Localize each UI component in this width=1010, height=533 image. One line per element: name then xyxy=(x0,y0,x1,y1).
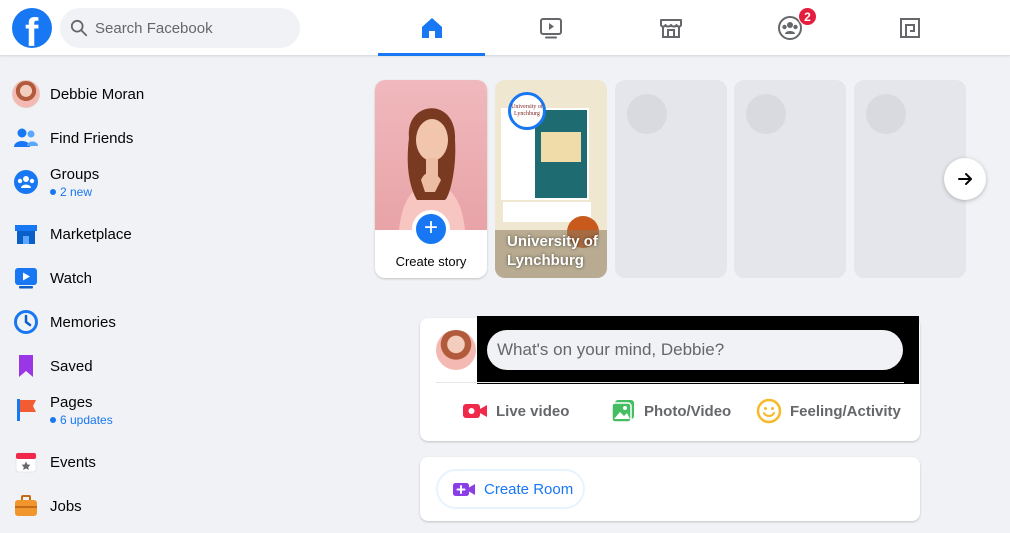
story-placeholder xyxy=(615,80,727,278)
placeholder-avatar xyxy=(627,94,667,134)
create-room-label: Create Room xyxy=(484,480,574,498)
profile-avatar xyxy=(12,80,40,108)
sidebar-item-events[interactable]: Events xyxy=(8,440,308,484)
memories-icon xyxy=(14,310,38,334)
photo-video-label: Photo/Video xyxy=(644,402,732,420)
story-author-name: University of Lynchburg xyxy=(507,233,598,269)
pages-flag-icon xyxy=(17,399,36,421)
sidebar-item-groups[interactable]: Groups 2 new xyxy=(8,160,308,204)
sidebar-item-label: Events xyxy=(50,453,96,471)
search-icon xyxy=(70,19,88,37)
sidebar-item-profile[interactable]: Debbie Moran xyxy=(8,72,308,116)
tab-home[interactable] xyxy=(378,0,485,56)
groups-notification-badge: 2 xyxy=(798,7,817,26)
sidebar-item-label: Saved xyxy=(50,357,93,375)
stories-next-button[interactable] xyxy=(944,158,986,200)
sidebar-item-sublabel: 6 updates xyxy=(50,413,113,427)
friends-icon xyxy=(14,128,38,147)
tab-marketplace[interactable] xyxy=(617,0,724,56)
sidebar-item-memories[interactable]: Memories xyxy=(8,300,308,344)
watch-icon xyxy=(15,268,37,289)
placeholder-avatar xyxy=(746,94,786,134)
sidebar-item-label: Jobs xyxy=(50,497,82,515)
photo-video-button[interactable]: Photo/Video xyxy=(610,396,731,426)
avatar[interactable] xyxy=(436,330,476,370)
briefcase-icon xyxy=(15,495,37,516)
placeholder-avatar xyxy=(866,94,906,134)
sidebar-item-find-friends[interactable]: Find Friends xyxy=(8,116,308,160)
tab-gaming[interactable] xyxy=(856,0,963,56)
tab-groups[interactable]: 2 xyxy=(736,0,843,56)
whats-on-your-mind-input[interactable]: What's on your mind, Debbie? xyxy=(487,330,903,370)
facebook-logo-letter: f xyxy=(25,11,39,48)
post-composer: What's on your mind, Debbie? Live video … xyxy=(420,316,920,441)
divider xyxy=(436,382,904,383)
sidebar-item-label: Marketplace xyxy=(50,225,132,243)
watch-icon xyxy=(539,18,562,39)
sidebar-item-label: Find Friends xyxy=(50,129,134,147)
live-video-icon xyxy=(463,404,487,418)
feeling-activity-button[interactable]: Feeling/Activity xyxy=(756,396,901,426)
composer-placeholder: What's on your mind, Debbie? xyxy=(497,340,725,359)
groups-icon xyxy=(14,170,38,194)
create-story-label: Create story xyxy=(395,254,467,269)
marketplace-icon xyxy=(659,19,682,38)
university-logo: University of Lynchburg xyxy=(508,92,546,130)
sidebar-item-watch[interactable]: Watch xyxy=(8,256,308,300)
sidebar-item-label: Groups xyxy=(50,165,100,183)
add-story-plus-icon[interactable]: + xyxy=(412,210,450,248)
live-video-button[interactable]: Live video xyxy=(462,396,569,426)
video-camera-plus-icon xyxy=(453,483,475,496)
arrow-right-icon xyxy=(958,173,972,185)
search-box[interactable] xyxy=(60,8,300,48)
calendar-icon xyxy=(15,452,37,473)
composer-input-highlight: What's on your mind, Debbie? xyxy=(477,316,919,384)
sidebar-item-label: Pages xyxy=(50,393,93,411)
sidebar-item-saved[interactable]: Saved xyxy=(8,344,308,388)
bookmark-icon xyxy=(19,355,33,377)
profile-photo xyxy=(375,80,487,230)
facebook-logo[interactable]: f xyxy=(12,8,52,48)
marketplace-icon xyxy=(15,225,37,244)
search-input[interactable] xyxy=(95,19,285,37)
create-story-card[interactable]: + Create story xyxy=(375,80,487,278)
story-placeholder xyxy=(734,80,846,278)
live-video-label: Live video xyxy=(496,402,570,420)
tab-watch[interactable] xyxy=(497,0,604,56)
sidebar-item-label: Memories xyxy=(50,313,116,331)
photo-icon xyxy=(611,400,634,423)
create-room-button[interactable]: Create Room xyxy=(436,469,585,509)
sidebar-item-label: Debbie Moran xyxy=(50,85,145,103)
gaming-icon xyxy=(899,18,920,38)
sidebar-item-label: Watch xyxy=(50,269,92,287)
sidebar-item-pages[interactable]: Pages 6 updates xyxy=(8,388,308,432)
top-navigation-bar: f 2 xyxy=(0,0,1010,56)
university-logo-text: University of Lynchburg xyxy=(511,104,543,117)
sidebar-item-marketplace[interactable]: Marketplace xyxy=(8,212,308,256)
home-icon xyxy=(421,18,442,38)
create-room-card: Create Room xyxy=(420,457,920,521)
sidebar-item-jobs[interactable]: Jobs xyxy=(8,484,308,528)
feeling-activity-label: Feeling/Activity xyxy=(790,402,901,420)
smiley-icon xyxy=(756,398,782,424)
sidebar-item-sublabel: 2 new xyxy=(50,185,99,199)
story-university-of-lynchburg[interactable]: University of Lynchburg University of Ly… xyxy=(495,80,607,278)
